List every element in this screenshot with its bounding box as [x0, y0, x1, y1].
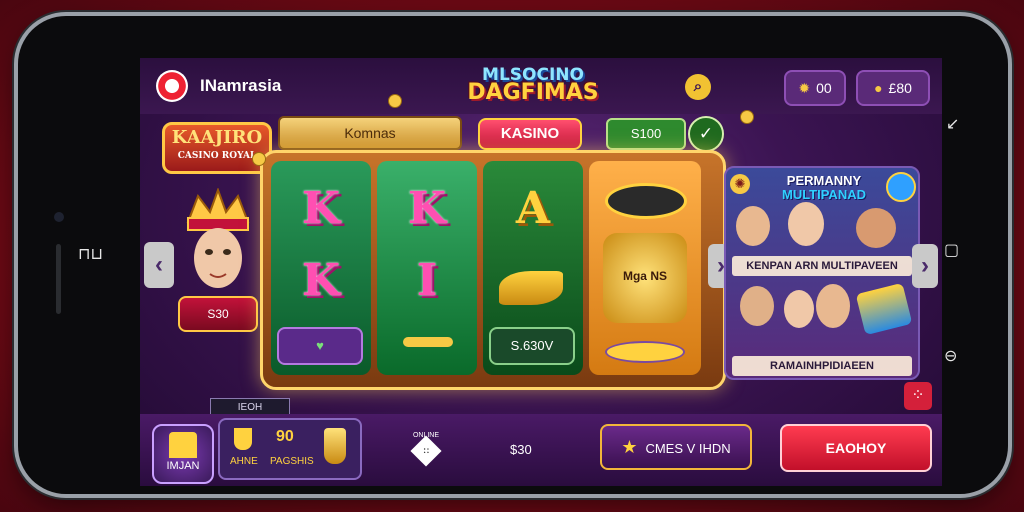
coin-decor-icon: [252, 152, 266, 166]
recent-apps-icon[interactable]: ⊖: [944, 346, 957, 365]
rewards-left-label: AHNE: [230, 456, 258, 467]
cup-icon: [324, 428, 346, 464]
search-button[interactable]: ⌕: [685, 74, 711, 100]
kasino-plate: KASINO: [478, 118, 582, 150]
wallet-pill[interactable]: ● £80: [856, 70, 930, 106]
reel-3-symbol-top: A: [515, 183, 551, 234]
reel-2: K I: [377, 161, 477, 375]
heart-icon: ♥: [316, 338, 324, 353]
games-label: CMES V IHDN: [645, 441, 731, 456]
player-avatar-4: [740, 286, 774, 326]
casino-badge-title: KAAJIRO: [171, 127, 263, 148]
lobby-button[interactable]: IMJAN: [152, 424, 214, 484]
slot-machine: K K ♥ K I A S.630V Mga NS: [260, 150, 726, 390]
bet-amount: $30: [510, 442, 532, 457]
game-title-line2: DAGFIMAS: [467, 80, 599, 105]
player-avatar-2: [788, 202, 824, 246]
promo-title: PERMANNY MULTIPANAD: [754, 174, 894, 202]
lobby-label: IMJAN: [166, 460, 200, 472]
rewards-group[interactable]: AHNE 90 PAGSHIS: [218, 418, 362, 480]
player-avatar-3: [856, 208, 896, 248]
game-screen: INamrasia ⌕ ✹ 00 ● £80 MLSOCINO DAGFIMAS K…: [140, 58, 942, 486]
player-avatar-6: [816, 284, 850, 328]
promo-panel[interactable]: ✺ PERMANNY MULTIPANAD KENPAN ARN MULTIPA…: [724, 166, 920, 380]
info-bar: Komnas: [278, 116, 462, 150]
phone-left-glyph: ⊓⊔: [78, 244, 103, 263]
king-avatar: [186, 188, 250, 288]
bone-icon: [403, 337, 453, 347]
reel-2-symbol-bottom: I: [416, 255, 438, 306]
coin-icon: ✹: [798, 80, 811, 96]
dice-icon: ⁘: [410, 435, 442, 467]
dice-decor-icon: ⁘: [904, 382, 932, 410]
reel-1-heart-button[interactable]: ♥: [277, 327, 363, 365]
wallet-value: £80: [888, 80, 912, 96]
coin-decor-icon: [740, 110, 754, 124]
chevron-left-icon: ‹: [155, 251, 163, 278]
camera-lens: [54, 212, 64, 222]
reel-2-symbol-top: K: [407, 183, 447, 234]
reel-1-symbol-bottom: K: [301, 255, 341, 306]
tablet-icon: [855, 282, 913, 336]
reel-4: Mga NS: [589, 161, 701, 375]
star-icon: ★: [621, 437, 638, 457]
phone-frame: ⊓⊔ ↙ ▢ ⊖ INamrasia ⌕ ✹ 00 ● £80 MLSOCINO D…: [18, 16, 1008, 494]
games-button[interactable]: ★ CMES V IHDN: [600, 424, 752, 470]
bottom-bar: IMJAN AHNE 90 PAGSHIS ONLINE ⁘ $30 ★ CMES…: [140, 414, 942, 486]
reel-3: A S.630V: [483, 161, 583, 375]
reel-3-value-button[interactable]: S.630V: [489, 327, 575, 365]
prize-tag: S30: [178, 296, 258, 332]
coins-pill[interactable]: ✹ 00: [784, 70, 846, 106]
prev-arrow-button[interactable]: ‹: [144, 242, 174, 288]
player-avatar-1: [736, 206, 770, 246]
credit-display: S100: [606, 118, 686, 150]
promo-title-line2: MULTIPANAD: [781, 187, 866, 202]
coin-decor-icon: [388, 94, 402, 108]
settings-gear-icon: ✺: [730, 174, 750, 194]
dice-button[interactable]: ONLINE ⁘: [408, 432, 444, 468]
rewards-mid-label: PAGSHIS: [270, 456, 314, 467]
gold-leaf-icon: [499, 271, 563, 305]
globe-icon: [886, 172, 916, 202]
reel-1: K K ♥: [271, 161, 371, 375]
back-icon[interactable]: ↙: [946, 114, 959, 133]
rewards-count: 90: [276, 428, 294, 445]
promo-line-bottom: RAMAINHPIDIAEEN: [732, 356, 912, 376]
phone-side-notch: [56, 244, 61, 314]
lamp-icon: [605, 341, 685, 363]
reel-1-symbol-top: K: [301, 183, 341, 234]
play-button[interactable]: EAOHOY: [780, 424, 932, 472]
game-title-logo: MLSOCINO DAGFIMAS: [458, 66, 608, 105]
check-icon: ✓: [698, 124, 714, 143]
chevron-right-icon: ›: [921, 252, 929, 279]
coin-stack-icon: ●: [874, 80, 883, 96]
player-avatar-5: [784, 290, 814, 328]
search-icon: ⌕: [693, 78, 703, 95]
trophy-icon: [234, 428, 252, 450]
promo-line-top: KENPAN ARN MULTIPAVEEN: [732, 256, 912, 276]
confirm-button[interactable]: ✓: [688, 116, 724, 152]
castle-icon: [169, 432, 197, 458]
brand-name: INamrasia: [200, 76, 282, 95]
brand-logo-icon[interactable]: [156, 70, 188, 102]
next-arrow-button[interactable]: ›: [912, 244, 938, 288]
reel-4-symbol-mid: Mga NS: [622, 269, 667, 283]
promo-title-line1: PERMANNY: [786, 173, 862, 188]
hat-icon: [605, 183, 687, 219]
casino-badge: KAAJIRO CASINO ROYAL: [162, 122, 272, 174]
coins-value: 00: [816, 80, 832, 96]
home-icon[interactable]: ▢: [944, 240, 959, 259]
